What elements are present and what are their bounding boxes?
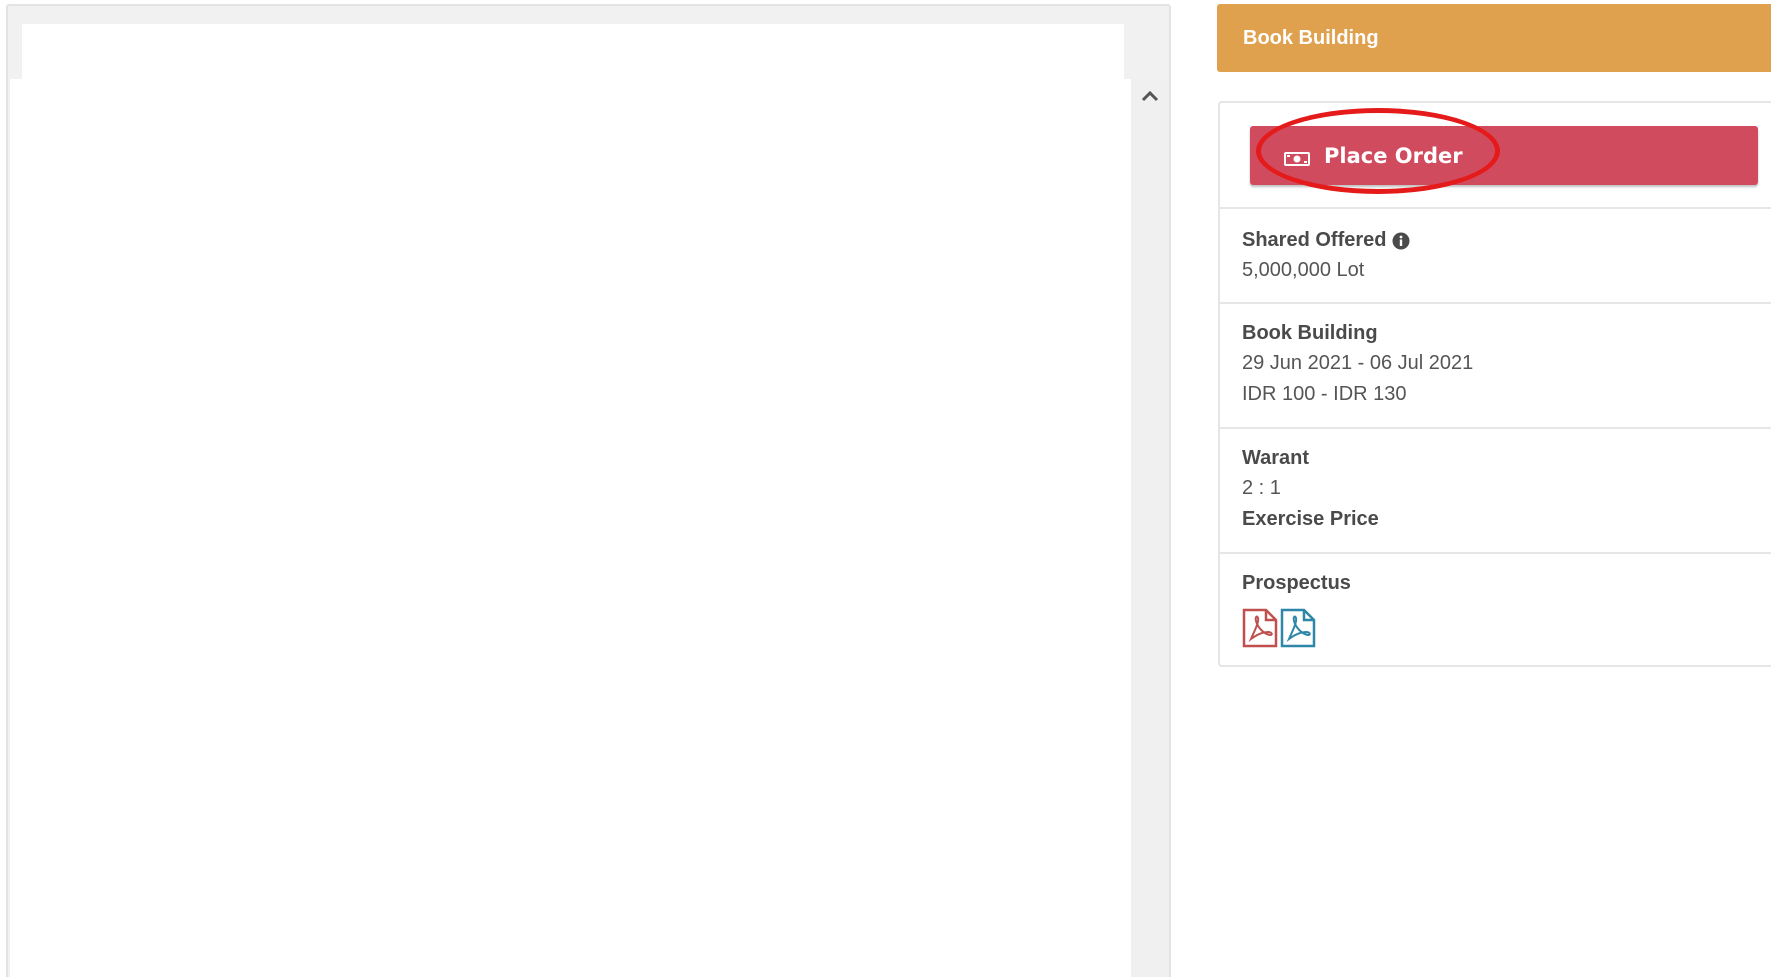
book-building-label: Book Building	[1242, 322, 1378, 344]
shares-offered-label-text: Shared Offered	[1242, 229, 1387, 251]
book-building-section: Book Building 29 Jun 2021 - 06 Jul 2021 …	[1220, 304, 1771, 429]
document-viewer	[6, 4, 1171, 977]
warant-label: Warant	[1242, 447, 1310, 469]
book-building-period: 29 Jun 2021 - 06 Jul 2021	[1242, 352, 1474, 374]
viewer-content[interactable]	[10, 79, 1132, 977]
viewer-scrollbar[interactable]	[1131, 79, 1169, 977]
warant-section: Warant 2 : 1 Exercise Price	[1220, 429, 1771, 554]
book-building-price-range: IDR 100 - IDR 130	[1242, 383, 1407, 405]
chevron-up-icon[interactable]	[1139, 85, 1161, 107]
prospectus-label: Prospectus	[1242, 572, 1351, 594]
book-building-header: Book Building	[1217, 4, 1771, 72]
money-icon	[1284, 148, 1310, 166]
shares-offered-label: Shared Offered	[1242, 229, 1410, 252]
viewer-toolbar	[22, 24, 1124, 82]
prospectus-section: Prospectus	[1220, 554, 1771, 667]
warant-ratio: 2 : 1	[1242, 477, 1281, 499]
place-order-label: Place Order	[1324, 143, 1463, 168]
shares-offered-value: 5,000,000 Lot	[1242, 259, 1365, 281]
place-order-row: Place Order	[1220, 103, 1771, 209]
shares-offered-section: Shared Offered 5,000,000 Lot	[1220, 209, 1771, 304]
exercise-price-label: Exercise Price	[1242, 508, 1379, 530]
pdf-icon[interactable]	[1280, 608, 1316, 648]
info-icon[interactable]	[1392, 232, 1410, 250]
prospectus-files	[1242, 608, 1316, 648]
header-title: Book Building	[1243, 26, 1379, 49]
ipo-details-card: Place Order Shared Offered 5,000,000 Lot…	[1218, 101, 1771, 667]
pdf-icon[interactable]	[1242, 608, 1278, 648]
place-order-button[interactable]: Place Order	[1250, 126, 1758, 185]
